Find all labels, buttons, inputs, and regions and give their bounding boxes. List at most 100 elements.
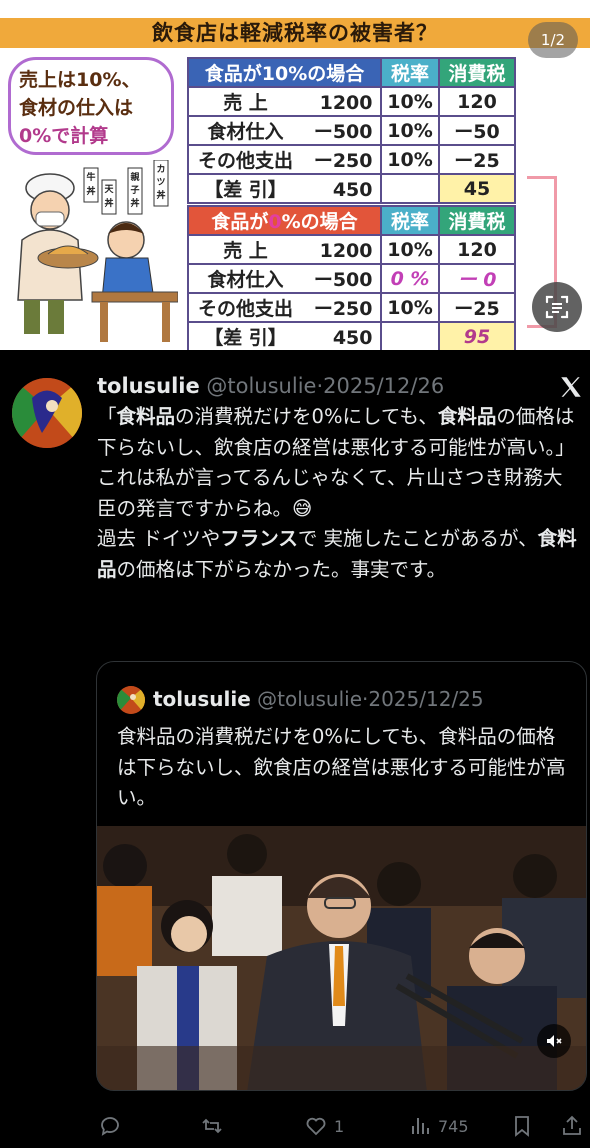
bubble-line-3: 0%で計算 — [19, 125, 109, 147]
views-chart-icon — [412, 1118, 429, 1134]
retweet-icon — [202, 1118, 222, 1134]
svg-text:丼: 丼 — [130, 197, 139, 209]
bookmark-icon — [515, 1116, 529, 1137]
row-tax-result: 95 — [438, 321, 516, 350]
tweet-paragraph-1: 「食料品の消費税だけを0%にしても、食料品の価格は下らないし、飲食店の経営は悪化… — [97, 405, 575, 459]
quote-avatar — [117, 686, 145, 714]
tweet-paragraph-2: これは私が言ってるんじゃなくて、片山さつき財務大臣の発言ですからね。😅 — [97, 466, 563, 520]
row-label: 食材仕入 — [207, 269, 284, 291]
share-icon — [563, 1115, 581, 1135]
row-rate — [380, 173, 440, 204]
user-handle[interactable]: @tolusulie — [206, 374, 316, 398]
table-row: その他支出 ー250 10% ー25 — [187, 292, 516, 323]
table1-header-rate: 税率 — [380, 57, 440, 88]
sign-2: 天 — [104, 184, 114, 195]
row-rate: 10% — [380, 115, 440, 146]
bubble-line-1: 売上は10%、 — [19, 69, 141, 91]
text-scan-icon — [545, 295, 569, 319]
tax-table-10-percent: 食品が10%の場合 税率 消費税 売 上 1200 10% 120 食材仕入 ー50… — [187, 57, 516, 204]
tweet-header: tolusulie @tolusulie·2025/12/26 — [97, 372, 444, 400]
row-label: 売 上 — [223, 240, 268, 262]
quote-date: 2025/12/25 — [368, 687, 484, 711]
tweet-paragraph-3: 過去 ドイツやフランスで 実施したことがあるが、食料品の価格は下がらなかった。事… — [97, 527, 577, 581]
share-button[interactable] — [560, 1108, 584, 1144]
image-title: 飲食店は軽減税率の被害者？ — [152, 21, 438, 45]
svg-text:子: 子 — [130, 185, 139, 196]
table-row: 売 上 1200 10% 120 — [187, 234, 516, 265]
table-row: 食材仕入 ー500 0 % ー 0 — [187, 263, 516, 294]
row-label: 売 上 — [223, 92, 268, 114]
row-label: その他支出 — [197, 298, 293, 320]
row-tax: 120 — [438, 234, 516, 265]
image-banner: 飲食店は軽減税率の被害者？ — [0, 18, 590, 48]
avatar[interactable] — [12, 378, 82, 448]
quote-header: tolusulie @tolusulie·2025/12/25 — [153, 684, 484, 714]
row-tax-result: 45 — [438, 173, 516, 204]
svg-text:丼: 丼 — [156, 189, 165, 201]
row-rate: 10% — [380, 234, 440, 265]
table2-header-tax: 消費税 — [438, 205, 516, 236]
table-row: その他支出 ー250 10% ー25 — [187, 144, 516, 175]
svg-text:丼: 丼 — [104, 197, 113, 209]
heart-icon — [306, 1117, 326, 1136]
reply-icon — [101, 1117, 119, 1136]
tax-table-0-percent: 食品が0%の場合 税率 消費税 売 上 1200 10% 120 食材仕入 ー500… — [187, 205, 516, 350]
table-row: 【差 引】 450 95 — [187, 321, 516, 350]
row-tax: ー25 — [438, 292, 516, 323]
table-row: 売 上 1200 10% 120 — [187, 86, 516, 117]
table1-header-tax: 消費税 — [438, 57, 516, 88]
tweet-date[interactable]: 2025/12/26 — [323, 374, 444, 398]
table2-header-title: 食品が0%の場合 — [187, 205, 382, 236]
row-label: 【差 引】 — [204, 179, 287, 201]
quote-display-name: tolusulie — [153, 687, 251, 711]
avatar-art-icon — [12, 378, 82, 448]
x-logo-icon[interactable] — [558, 374, 584, 400]
row-rate: 10% — [380, 292, 440, 323]
quote-handle: @tolusulie — [257, 687, 362, 711]
row-tax: ー50 — [438, 115, 516, 146]
quote-avatar-art-icon — [117, 686, 145, 714]
parliament-scene-image — [97, 826, 586, 1090]
row-amount: ー500 — [313, 121, 373, 143]
table-row: 食材仕入 ー500 10% ー50 — [187, 115, 516, 146]
row-label: その他支出 — [197, 150, 293, 172]
views-button[interactable]: 745 — [408, 1108, 469, 1144]
like-button[interactable]: 1 — [304, 1108, 344, 1144]
row-amount: 450 — [332, 327, 373, 349]
table1-header-title: 食品が10%の場合 — [187, 57, 382, 88]
bubble-line-2: 食材の仕入は — [19, 97, 134, 119]
table-row: 【差 引】 450 45 — [187, 173, 516, 204]
row-amount: ー500 — [313, 269, 373, 291]
reply-button[interactable] — [98, 1108, 128, 1144]
quote-text: 食料品の消費税だけを0%にしても、食料品の価格は下らないし、飲食店の経営は悪化す… — [117, 725, 566, 809]
tweet-image[interactable]: 飲食店は軽減税率の被害者？ 売上は10%、 食材の仕入は 0%で計算 牛 丼 天 — [0, 0, 590, 350]
row-rate: 0 % — [380, 263, 440, 294]
row-amount: ー250 — [313, 298, 373, 320]
svg-text:丼: 丼 — [86, 185, 95, 197]
tweet-text: 「食料品の消費税だけを0%にしても、食料品の価格は下らないし、飲食店の経営は悪化… — [97, 402, 577, 585]
bookmark-button[interactable] — [510, 1108, 534, 1144]
quote-video[interactable] — [97, 826, 586, 1090]
page-indicator: 1/2 — [528, 22, 578, 58]
row-rate: 10% — [380, 86, 440, 117]
row-tax: ー25 — [438, 144, 516, 175]
row-amount: 1200 — [319, 92, 373, 114]
sign-4: カ — [156, 164, 165, 175]
speech-bubble: 売上は10%、 食材の仕入は 0%で計算 — [8, 57, 174, 155]
cooks-illustration: 牛 丼 天 丼 親 子 丼 カ ツ 丼 — [17, 160, 178, 342]
row-tax: ー 0 — [438, 263, 516, 294]
like-count: 1 — [334, 1116, 345, 1136]
row-amount: 450 — [332, 179, 373, 201]
quoted-tweet[interactable]: tolusulie @tolusulie·2025/12/25 食料品の消費税だ… — [96, 661, 587, 1091]
row-amount: ー250 — [313, 150, 373, 172]
retweet-button[interactable] — [200, 1108, 230, 1144]
table2-header-rate: 税率 — [380, 205, 440, 236]
row-label: 食材仕入 — [207, 121, 284, 143]
text-scan-button[interactable] — [532, 282, 582, 332]
display-name[interactable]: tolusulie — [97, 374, 200, 398]
sign-3: 親 — [130, 171, 139, 183]
row-tax: 120 — [438, 86, 516, 117]
row-rate — [380, 321, 440, 350]
row-rate: 10% — [380, 144, 440, 175]
mute-button[interactable] — [537, 1024, 571, 1058]
